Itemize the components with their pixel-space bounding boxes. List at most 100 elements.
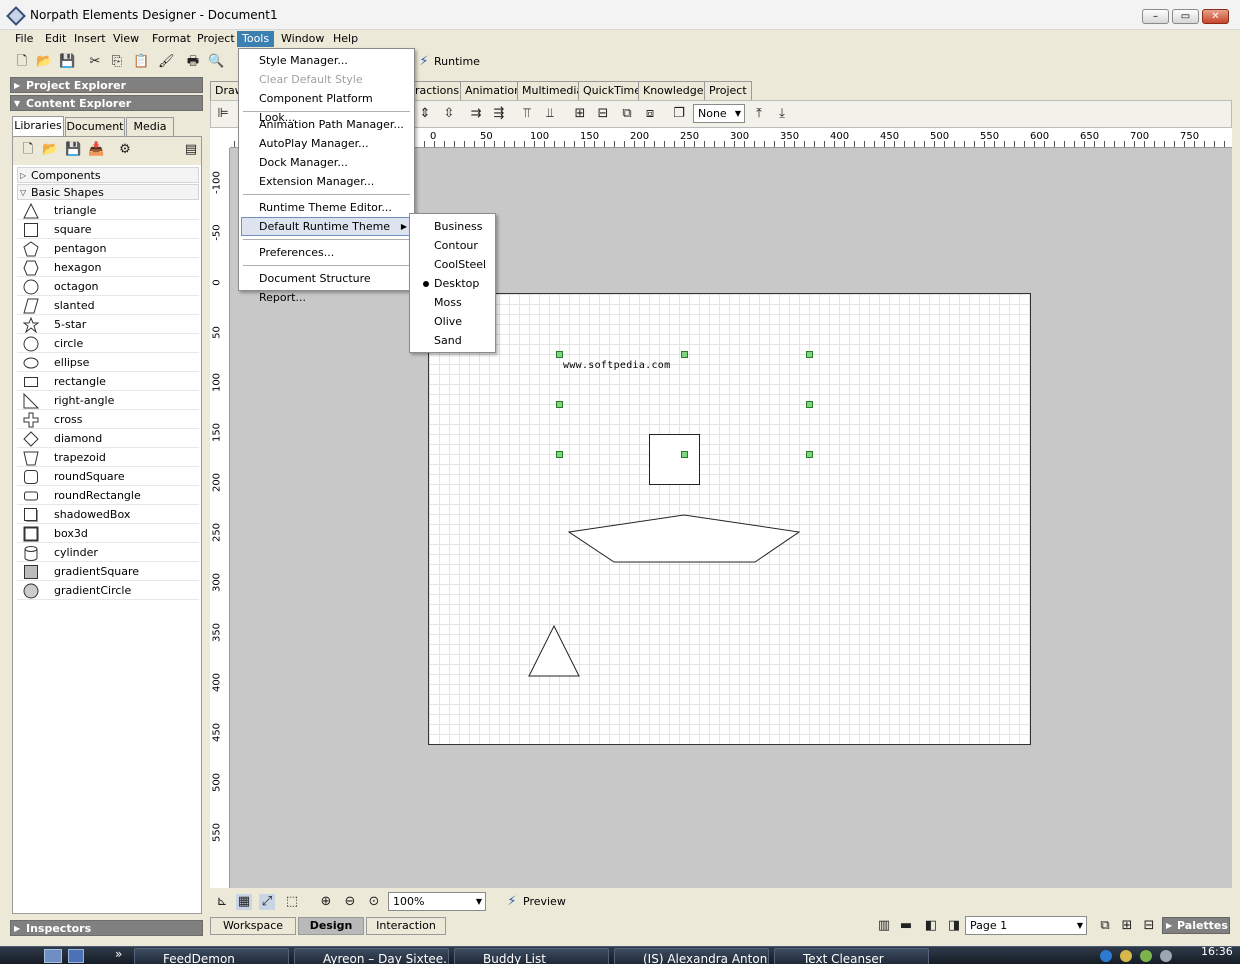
print-icon[interactable]: 🖶 bbox=[185, 54, 201, 70]
menuitem-dock-manager[interactable]: Dock Manager... bbox=[241, 153, 412, 172]
move-up-icon[interactable]: ⤒ bbox=[751, 106, 767, 122]
grid-toggle-icon[interactable]: ▦ bbox=[236, 894, 252, 910]
selection-handle[interactable] bbox=[806, 401, 813, 408]
next-page-icon[interactable]: ◨ bbox=[946, 918, 962, 934]
selection-handle[interactable] bbox=[556, 451, 563, 458]
selection-handle[interactable] bbox=[681, 451, 688, 458]
tab-libraries[interactable]: Libraries bbox=[12, 116, 64, 136]
project-explorer-header[interactable]: ▶ Project Explorer bbox=[10, 77, 203, 93]
switch-windows-icon[interactable] bbox=[68, 949, 84, 963]
move-down-icon[interactable]: ⤓ bbox=[774, 106, 790, 122]
align-top-icon[interactable]: ⫪ bbox=[519, 106, 535, 122]
tab-interactions[interactable]: ractions bbox=[410, 81, 465, 100]
task-alexandra-anton[interactable]: (IS) Alexandra Anton bbox=[614, 948, 769, 964]
volume-icon[interactable] bbox=[1160, 950, 1172, 962]
selection-handle[interactable] bbox=[681, 351, 688, 358]
menu-tools[interactable]: Tools bbox=[237, 31, 275, 47]
shape-item-slanted[interactable]: slanted bbox=[17, 296, 199, 315]
shape-item-circle[interactable]: circle bbox=[17, 334, 199, 353]
tray-icon[interactable] bbox=[1120, 950, 1132, 962]
shape-item-right-angle[interactable]: right-angle bbox=[17, 391, 199, 410]
canvas-square[interactable] bbox=[649, 434, 700, 485]
shape-item-octagon[interactable]: octagon bbox=[17, 277, 199, 296]
menu-insert[interactable]: Insert bbox=[69, 31, 111, 47]
layout-view-icon[interactable]: ▥ bbox=[876, 918, 892, 934]
theme-moss[interactable]: Moss bbox=[412, 293, 494, 312]
menuitem-document-structure-report[interactable]: Document Structure Report... bbox=[241, 269, 412, 304]
tab-media[interactable]: Media bbox=[126, 117, 174, 136]
group-icon[interactable]: ❐ bbox=[671, 106, 687, 122]
task-ayreon[interactable]: Ayreon – Day Sixtee... bbox=[294, 948, 449, 964]
design-button[interactable]: Design bbox=[298, 917, 364, 935]
shape-item-ellipse[interactable]: ellipse bbox=[17, 353, 199, 372]
shape-item-triangle[interactable]: triangle bbox=[17, 201, 199, 220]
shape-item-roundrectangle[interactable]: roundRectangle bbox=[17, 486, 199, 505]
theme-contour[interactable]: Contour bbox=[412, 236, 494, 255]
menu-file[interactable]: File bbox=[10, 31, 38, 47]
task-text-cleanser[interactable]: Text Cleanser bbox=[774, 948, 929, 964]
shape-item-pentagon[interactable]: pentagon bbox=[17, 239, 199, 258]
runtime-icon[interactable]: ⚡ bbox=[416, 54, 432, 70]
theme-business[interactable]: Business bbox=[412, 217, 494, 236]
none-combo[interactable]: None ▼ bbox=[693, 104, 745, 123]
menuitem-extension-manager[interactable]: Extension Manager... bbox=[241, 172, 412, 191]
import-library-icon[interactable]: 📥 bbox=[88, 142, 104, 158]
network-icon[interactable] bbox=[1100, 950, 1112, 962]
shape-item-box3d[interactable]: box3d bbox=[17, 524, 199, 543]
shape-item-cylinder[interactable]: cylinder bbox=[17, 543, 199, 562]
menuitem-preferences[interactable]: Preferences... bbox=[241, 243, 412, 262]
align-bottom-icon[interactable]: ⫫ bbox=[542, 106, 558, 122]
tray-icon[interactable] bbox=[1140, 950, 1152, 962]
menu-window[interactable]: Window bbox=[276, 31, 329, 47]
selection-handle[interactable] bbox=[806, 451, 813, 458]
paste-icon[interactable]: 📋 bbox=[133, 54, 149, 70]
menuitem-component-platform-look[interactable]: Component Platform Look... bbox=[241, 89, 412, 124]
theme-olive[interactable]: Olive bbox=[412, 312, 494, 331]
page-add-icon[interactable]: ⊞ bbox=[1119, 918, 1135, 934]
shape-item-square[interactable]: square bbox=[17, 220, 199, 239]
task-buddy-list[interactable]: Buddy List bbox=[454, 948, 609, 964]
new-library-icon[interactable]: 🗋 bbox=[20, 142, 36, 158]
close-button[interactable]: ✕ bbox=[1202, 9, 1229, 24]
zoom-out-icon[interactable]: ⊖ bbox=[342, 894, 358, 910]
task-feeddemon[interactable]: FeedDemon bbox=[134, 948, 289, 964]
preview-icon[interactable]: ⚡ bbox=[504, 894, 520, 910]
same-height-icon[interactable]: ⊟ bbox=[595, 106, 611, 122]
print-preview-icon[interactable]: 🔍 bbox=[208, 54, 224, 70]
menu-view[interactable]: View bbox=[108, 31, 144, 47]
interaction-button[interactable]: Interaction bbox=[366, 917, 446, 935]
prev-page-icon[interactable]: ◧ bbox=[923, 918, 939, 934]
page-remove-icon[interactable]: ⊟ bbox=[1141, 918, 1157, 934]
open-library-icon[interactable]: 📂 bbox=[42, 142, 58, 158]
shape-item-5-star[interactable]: 5-star bbox=[17, 315, 199, 334]
align-center-icon[interactable]: ⇶ bbox=[491, 106, 507, 122]
shape-item-cross[interactable]: cross bbox=[17, 410, 199, 429]
bounds-toggle-icon[interactable]: ⬚ bbox=[284, 894, 300, 910]
page-copy-icon[interactable]: ⧉ bbox=[1097, 918, 1113, 934]
list-view-icon[interactable]: ▬ bbox=[898, 918, 914, 934]
distribute-icon[interactable]: ⇕ bbox=[417, 106, 433, 122]
menu-help[interactable]: Help bbox=[328, 31, 363, 47]
selection-handle[interactable] bbox=[556, 401, 563, 408]
menuitem-default-runtime-theme[interactable]: Default Runtime Theme ▶ bbox=[241, 217, 412, 236]
shape-item-trapezoid[interactable]: trapezoid bbox=[17, 448, 199, 467]
menu-format[interactable]: Format bbox=[147, 31, 196, 47]
shape-item-gradientcircle[interactable]: gradientCircle bbox=[17, 581, 199, 600]
runtime-label[interactable]: Runtime bbox=[434, 55, 480, 68]
theme-sand[interactable]: Sand bbox=[412, 331, 494, 350]
zoom-fit-icon[interactable]: ⊙ bbox=[366, 894, 382, 910]
send-backward-icon[interactable]: ⧈ bbox=[642, 106, 658, 122]
menuitem-autoplay-manager[interactable]: AutoPlay Manager... bbox=[241, 134, 412, 153]
preview-label[interactable]: Preview bbox=[523, 895, 566, 908]
shape-item-diamond[interactable]: diamond bbox=[17, 429, 199, 448]
snap-toggle-icon[interactable]: ⤢ bbox=[259, 894, 275, 910]
page-combo[interactable]: Page 1 ▼ bbox=[965, 916, 1087, 935]
canvas-triangle[interactable] bbox=[528, 624, 582, 678]
shape-item-rectangle[interactable]: rectangle bbox=[17, 372, 199, 391]
zoom-combo[interactable]: 100% ▼ bbox=[388, 892, 486, 911]
design-canvas[interactable]: www.softpedia.com bbox=[428, 293, 1031, 745]
menu-project[interactable]: Project bbox=[192, 31, 240, 47]
selection-handle[interactable] bbox=[806, 351, 813, 358]
menuitem-runtime-theme-editor[interactable]: Runtime Theme Editor... bbox=[241, 198, 412, 217]
bring-forward-icon[interactable]: ⧉ bbox=[619, 106, 635, 122]
